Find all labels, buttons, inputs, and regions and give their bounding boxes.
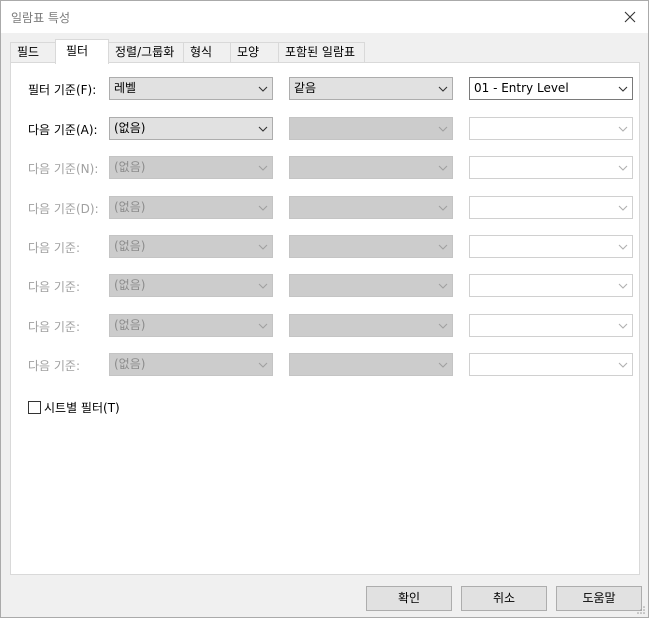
chevron-down-icon — [618, 126, 628, 132]
filter-panel: 필터 기준(F): 레벨 같음 01 - Entry Level 다음 기준(A… — [10, 62, 640, 575]
ok-button[interactable]: 확인 — [366, 586, 452, 611]
sheet-filter-label: 시트별 필터(T) — [44, 400, 120, 415]
chevron-down-icon — [618, 86, 628, 92]
chevron-down-icon — [618, 205, 628, 211]
chevron-down-icon — [258, 362, 268, 368]
filter-row-2: 다음 기준(A): (없음) — [11, 117, 641, 141]
close-button[interactable] — [618, 5, 642, 29]
filter-value-dropdown — [469, 314, 633, 337]
filter-value-dropdown — [469, 353, 633, 376]
sheet-filter-checkbox[interactable] — [28, 400, 41, 414]
filter-label: 다음 기준(N): — [28, 162, 99, 176]
chevron-down-icon — [438, 86, 448, 92]
chevron-down-icon — [438, 165, 448, 171]
tab-embedded-schedule[interactable]: 포함된 일람표 — [278, 42, 365, 63]
filter-value-dropdown — [469, 196, 633, 219]
filter-row-7: 다음 기준: (없음) — [11, 314, 641, 338]
help-button[interactable]: 도움말 — [556, 586, 642, 611]
tab-appearance[interactable]: 모양 — [230, 42, 279, 63]
filter-value-dropdown — [469, 235, 633, 258]
tab-formatting[interactable]: 형식 — [183, 42, 231, 63]
filter-condition-dropdown — [289, 235, 453, 258]
filter-row-3: 다음 기준(N): (없음) — [11, 156, 641, 180]
filter-field-dropdown[interactable]: 레벨 — [109, 77, 273, 100]
filter-field-dropdown: (없음) — [109, 274, 273, 297]
chevron-down-icon — [258, 126, 268, 132]
tab-filter[interactable]: 필터 — [55, 39, 109, 64]
chevron-down-icon — [438, 362, 448, 368]
filter-condition-dropdown — [289, 274, 453, 297]
tab-sorting-grouping[interactable]: 정렬/그룹화 — [108, 42, 184, 63]
chevron-down-icon — [618, 283, 628, 289]
chevron-down-icon — [618, 362, 628, 368]
chevron-down-icon — [438, 126, 448, 132]
filter-label: 다음 기준(A): — [28, 123, 98, 137]
filter-field-dropdown: (없음) — [109, 156, 273, 179]
filter-condition-dropdown[interactable]: 같음 — [289, 77, 453, 100]
chevron-down-icon — [258, 205, 268, 211]
filter-field-dropdown: (없음) — [109, 314, 273, 337]
chevron-down-icon — [438, 205, 448, 211]
chevron-down-icon — [618, 244, 628, 250]
chevron-down-icon — [618, 323, 628, 329]
chevron-down-icon — [618, 165, 628, 171]
schedule-properties-dialog: 일람표 특성 필드 필터 정렬/그룹화 형식 모양 포함된 일람표 필터 기준(… — [0, 0, 649, 618]
sheet-filter-option[interactable]: 시트별 필터(T) — [28, 399, 120, 415]
filter-value-dropdown[interactable]: 01 - Entry Level — [469, 77, 633, 100]
filter-row-6: 다음 기준: (없음) — [11, 274, 641, 298]
filter-label: 필터 기준(F): — [28, 83, 97, 97]
filter-label: 다음 기준: — [28, 241, 81, 255]
window-title: 일람표 특성 — [11, 11, 71, 25]
cancel-button[interactable]: 취소 — [461, 586, 547, 611]
filter-value-dropdown — [469, 274, 633, 297]
filter-label: 다음 기준: — [28, 280, 81, 294]
filter-field-dropdown[interactable]: (없음) — [109, 117, 273, 140]
filter-row-8: 다음 기준: (없음) — [11, 353, 641, 377]
filter-row-5: 다음 기준: (없음) — [11, 235, 641, 259]
chevron-down-icon — [258, 283, 268, 289]
chevron-down-icon — [258, 244, 268, 250]
chevron-down-icon — [438, 323, 448, 329]
chevron-down-icon — [258, 86, 268, 92]
tab-strip: 필드 필터 정렬/그룹화 형식 모양 포함된 일람표 — [10, 39, 640, 64]
chevron-down-icon — [438, 244, 448, 250]
chevron-down-icon — [258, 165, 268, 171]
filter-field-dropdown: (없음) — [109, 353, 273, 376]
filter-condition-dropdown — [289, 196, 453, 219]
filter-label: 다음 기준: — [28, 320, 81, 334]
filter-value-dropdown — [469, 117, 633, 140]
resize-grip-icon[interactable] — [636, 605, 646, 615]
close-icon — [624, 11, 636, 23]
filter-label: 다음 기준: — [28, 359, 81, 373]
filter-condition-dropdown — [289, 117, 453, 140]
filter-condition-dropdown — [289, 353, 453, 376]
filter-label: 다음 기준(D): — [28, 202, 99, 216]
filter-row-4: 다음 기준(D): (없음) — [11, 196, 641, 220]
filter-condition-dropdown — [289, 314, 453, 337]
chevron-down-icon — [258, 323, 268, 329]
tab-fields[interactable]: 필드 — [10, 42, 56, 63]
chevron-down-icon — [438, 283, 448, 289]
filter-row-1: 필터 기준(F): 레벨 같음 01 - Entry Level — [11, 77, 641, 101]
filter-field-dropdown: (없음) — [109, 196, 273, 219]
filter-value-dropdown — [469, 156, 633, 179]
filter-condition-dropdown — [289, 156, 453, 179]
title-bar: 일람표 특성 — [1, 1, 648, 33]
filter-field-dropdown: (없음) — [109, 235, 273, 258]
